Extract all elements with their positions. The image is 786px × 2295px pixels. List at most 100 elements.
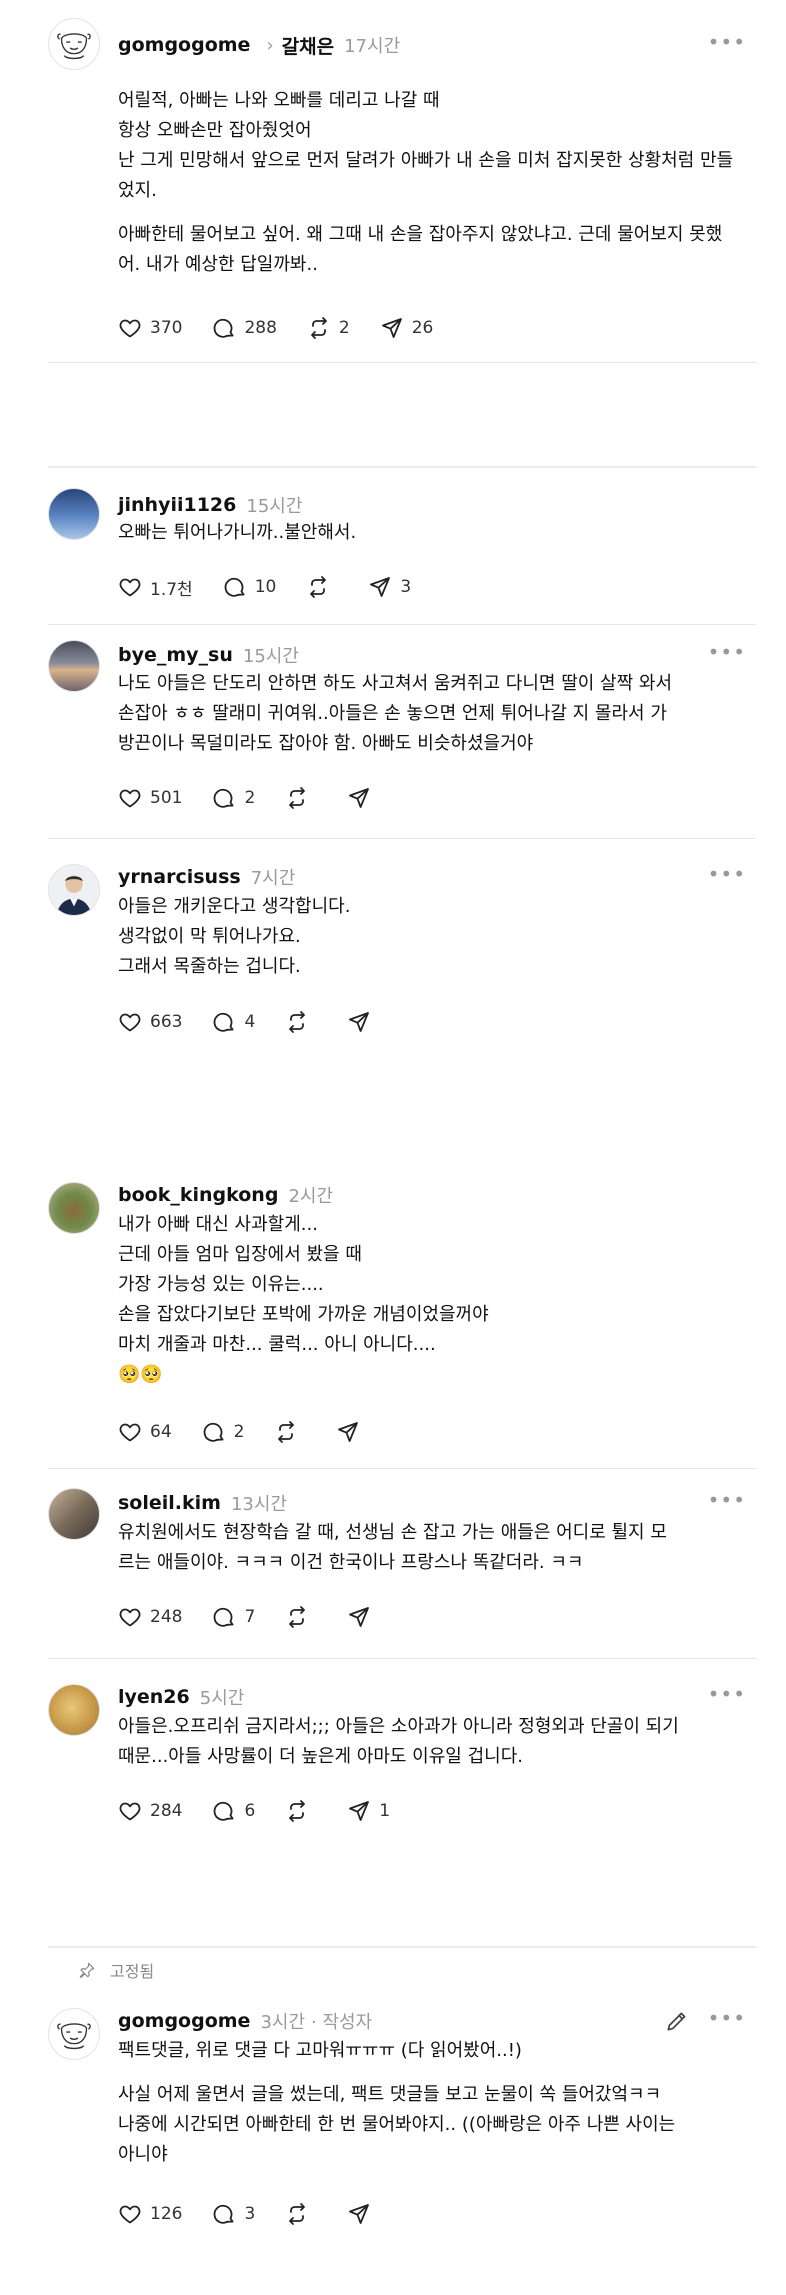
- reply-line: 방끈이나 목덜미라도 잡아야 함. 아빠도 비슷하셨을거야: [118, 733, 534, 754]
- username[interactable]: book_kingkong: [118, 1184, 278, 1206]
- avatar[interactable]: [48, 640, 100, 692]
- repost-icon: [285, 2202, 309, 2226]
- repost-button[interactable]: [285, 1605, 317, 1629]
- reply-text: 아들은.오프리쉬 금지라서;;; 아들은 소아과가 아니라 정형외과 단골이 되…: [118, 1712, 752, 1772]
- comment-count: 288: [244, 318, 277, 338]
- share-button[interactable]: [336, 1420, 368, 1444]
- like-button[interactable]: 284: [118, 1799, 182, 1823]
- comment-count: 4: [244, 1012, 256, 1032]
- avatar[interactable]: [48, 2008, 100, 2060]
- reply-text: 오빠는 튀어나가니까..불안해서.: [118, 518, 752, 548]
- heart-icon: [118, 1420, 142, 1444]
- share-button[interactable]: [347, 1010, 379, 1034]
- comment-button[interactable]: 2: [202, 1420, 244, 1444]
- comment-icon: [202, 1420, 226, 1444]
- like-button[interactable]: 248: [118, 1605, 182, 1629]
- comment-button[interactable]: 2: [212, 786, 255, 810]
- repost-button[interactable]: [306, 575, 338, 599]
- reply-text: 팩트댓글, 위로 댓글 다 고마워ㅠㅠㅠ (다 읽어봤어..!) 사실 어제 울…: [118, 2036, 752, 2170]
- divider: [48, 1468, 756, 1469]
- comment-count: 7: [244, 1607, 256, 1627]
- reply-line: 🥺🥺: [118, 1364, 163, 1385]
- share-count: 26: [411, 318, 434, 338]
- share-icon: [347, 1799, 371, 1823]
- more-icon[interactable]: •••: [708, 2006, 746, 2030]
- avatar[interactable]: [48, 18, 100, 70]
- share-button[interactable]: [347, 1605, 379, 1629]
- comment-count: 2: [244, 788, 256, 808]
- avatar[interactable]: [48, 1684, 100, 1736]
- more-icon[interactable]: •••: [708, 1682, 746, 1706]
- comment-button[interactable]: 6: [212, 1799, 255, 1823]
- repost-icon: [285, 1010, 309, 1034]
- like-button[interactable]: 64: [118, 1420, 172, 1444]
- section-divider: [48, 466, 756, 468]
- repost-button[interactable]: [285, 2202, 317, 2226]
- pin-icon: [79, 1962, 95, 1979]
- comment-button[interactable]: 3: [212, 2202, 255, 2226]
- comment-button[interactable]: 288: [212, 316, 277, 340]
- divider: [48, 362, 756, 363]
- username[interactable]: soleil.kim: [118, 1492, 221, 1514]
- avatar[interactable]: [48, 1182, 100, 1234]
- share-button[interactable]: 26: [380, 316, 434, 340]
- like-count: 126: [150, 2204, 183, 2224]
- share-icon: [347, 1010, 371, 1034]
- username[interactable]: gomgogome: [118, 2010, 250, 2032]
- share-icon: [336, 1420, 360, 1444]
- more-icon[interactable]: •••: [708, 1488, 746, 1512]
- comment-icon: [212, 1010, 236, 1034]
- pinned-text: 고정됨: [110, 1962, 155, 1981]
- reply-line: 내가 아빠 대신 사과할게...: [118, 1214, 318, 1235]
- username[interactable]: gomgogome: [118, 34, 250, 56]
- reply-line: 손잡아 ㅎㅎ 딸래미 귀여워..아들은 손 놓으면 언제 튀어나갈 지 몰라서 …: [118, 703, 667, 724]
- reply-line: 때문...아들 사망률이 더 높은게 아마도 이유일 겁니다.: [118, 1746, 523, 1767]
- like-button[interactable]: 370: [118, 316, 182, 340]
- repost-button[interactable]: 2: [307, 316, 350, 340]
- share-button[interactable]: 3: [368, 575, 411, 599]
- reply-to-username[interactable]: 갈채은: [282, 32, 334, 59]
- comment-icon: [212, 786, 236, 810]
- username[interactable]: yrnarcisuss: [118, 866, 241, 888]
- repost-button[interactable]: [285, 1010, 317, 1034]
- repost-icon: [285, 1605, 309, 1629]
- comment-count: 3: [244, 2204, 256, 2224]
- share-button[interactable]: [347, 786, 379, 810]
- repost-button[interactable]: [274, 1420, 306, 1444]
- share-button[interactable]: [347, 2202, 379, 2226]
- like-button[interactable]: 1.7천: [118, 575, 193, 600]
- repost-button[interactable]: [285, 1799, 317, 1823]
- like-button[interactable]: 663: [118, 1010, 182, 1034]
- like-count: 64: [150, 1422, 172, 1442]
- reply-line: 사실 어제 울면서 글을 썼는데, 팩트 댓글들 보고 눈물이 쏙 들어갔엌ㅋㅋ: [118, 2084, 662, 2105]
- reply-line: 아들은.오프리쉬 금지라서;;; 아들은 소아과가 아니라 정형외과 단골이 되…: [118, 1716, 679, 1737]
- comment-button[interactable]: 4: [212, 1010, 255, 1034]
- comment-icon: [212, 1799, 236, 1823]
- repost-icon: [307, 316, 331, 340]
- username[interactable]: bye_my_su: [118, 644, 233, 666]
- reply-line: 나중에 시간되면 아빠한테 한 번 물어봐야지.. ((아빠랑은 아주 나쁜 사…: [118, 2114, 676, 2135]
- bear-drawing-icon: [57, 2023, 91, 2050]
- like-button[interactable]: 126: [118, 2202, 182, 2226]
- edit-icon[interactable]: [664, 2008, 690, 2034]
- more-icon[interactable]: •••: [708, 862, 746, 886]
- avatar[interactable]: [48, 488, 100, 540]
- reply-header: yrnarcisuss 7시간: [118, 862, 746, 892]
- reply-header: lyen26 5시간: [118, 1682, 746, 1712]
- reply-line: 아들은 개키운다고 생각합니다.: [118, 896, 351, 917]
- comment-button[interactable]: 7: [212, 1605, 255, 1629]
- share-button[interactable]: 1: [347, 1799, 390, 1823]
- repost-button[interactable]: [285, 786, 317, 810]
- divider: [48, 1658, 756, 1659]
- more-icon[interactable]: •••: [708, 30, 746, 54]
- comment-button[interactable]: 10: [223, 575, 276, 599]
- username[interactable]: lyen26: [118, 1686, 190, 1708]
- repost-icon: [274, 1420, 298, 1444]
- like-count: 284: [150, 1801, 183, 1821]
- username[interactable]: jinhyii1126: [118, 494, 236, 516]
- avatar[interactable]: [48, 864, 100, 916]
- like-button[interactable]: 501: [118, 786, 182, 810]
- reply-actions: 248 7: [118, 1602, 409, 1632]
- avatar[interactable]: [48, 1488, 100, 1540]
- more-icon[interactable]: •••: [708, 640, 746, 664]
